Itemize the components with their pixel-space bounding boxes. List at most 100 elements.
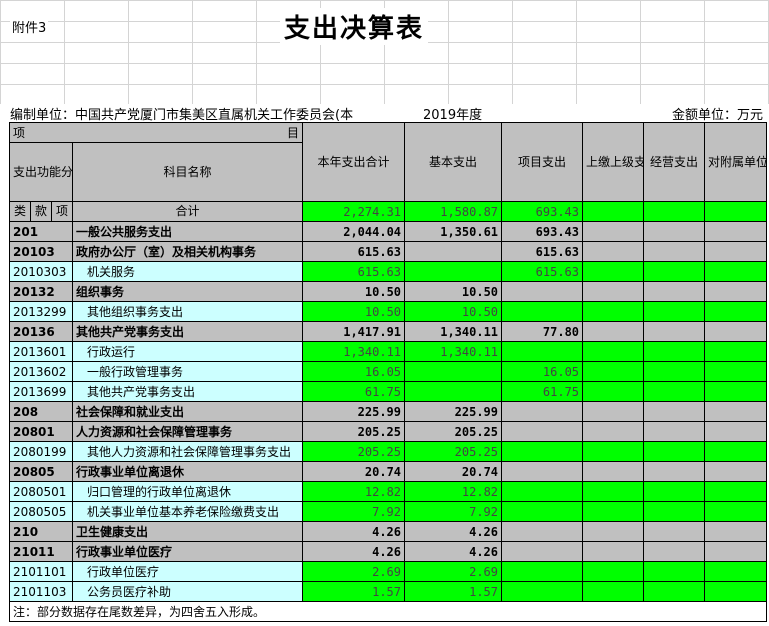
row-total[interactable]: 1,417.91: [302, 321, 406, 342]
row-basic[interactable]: 205.25: [404, 421, 503, 442]
row-subsidiary[interactable]: [704, 381, 768, 402]
row-subsidiary[interactable]: [704, 581, 768, 602]
row-subsidiary[interactable]: [704, 561, 768, 582]
row-code[interactable]: 20136: [9, 321, 73, 342]
row-total[interactable]: 10.50: [302, 281, 406, 302]
header-subsidiary[interactable]: 对附属单位补助支出: [704, 122, 768, 202]
row-code[interactable]: 201: [9, 221, 73, 242]
row-upper[interactable]: [582, 561, 645, 582]
header-code[interactable]: 支出功能分类科目编码: [9, 142, 73, 202]
row-code[interactable]: 210: [9, 521, 73, 542]
row-name[interactable]: 行政单位医疗: [71, 561, 304, 582]
row-upper[interactable]: [582, 541, 645, 562]
row-code[interactable]: 2013299: [9, 301, 73, 322]
row-business[interactable]: [643, 481, 706, 502]
row-subsidiary[interactable]: [704, 241, 768, 262]
row-basic[interactable]: 12.82: [404, 481, 503, 502]
row-basic[interactable]: 2.69: [404, 561, 503, 582]
total-project[interactable]: 693.43: [501, 201, 584, 222]
row-basic[interactable]: 1.57: [404, 581, 503, 602]
row-subsidiary[interactable]: [704, 361, 768, 382]
row-name[interactable]: 其他组织事务支出: [71, 301, 304, 322]
row-subsidiary[interactable]: [704, 461, 768, 482]
row-project[interactable]: [501, 461, 584, 482]
row-project[interactable]: 16.05: [501, 361, 584, 382]
row-business[interactable]: [643, 361, 706, 382]
row-business[interactable]: [643, 581, 706, 602]
row-project[interactable]: [501, 541, 584, 562]
row-code[interactable]: 2013601: [9, 341, 73, 362]
row-upper[interactable]: [582, 321, 645, 342]
row-code[interactable]: 21011: [9, 541, 73, 562]
row-total[interactable]: 2.69: [302, 561, 406, 582]
row-upper[interactable]: [582, 521, 645, 542]
row-basic[interactable]: 1,340.11: [404, 321, 503, 342]
row-total[interactable]: 225.99: [302, 401, 406, 422]
row-total[interactable]: 2,044.04: [302, 221, 406, 242]
row-business[interactable]: [643, 381, 706, 402]
row-upper[interactable]: [582, 481, 645, 502]
row-business[interactable]: [643, 281, 706, 302]
row-subsidiary[interactable]: [704, 481, 768, 502]
row-project[interactable]: 615.63: [501, 241, 584, 262]
row-project[interactable]: 61.75: [501, 381, 584, 402]
row-upper[interactable]: [582, 381, 645, 402]
row-basic[interactable]: 1,340.11: [404, 341, 503, 362]
header-xiang[interactable]: 项: [51, 201, 73, 222]
row-upper[interactable]: [582, 301, 645, 322]
row-total[interactable]: 615.63: [302, 261, 406, 282]
row-name[interactable]: 组织事务: [71, 281, 304, 302]
row-project[interactable]: 615.63: [501, 261, 584, 282]
row-name[interactable]: 机关服务: [71, 261, 304, 282]
total-basic[interactable]: 1,580.87: [404, 201, 503, 222]
row-total[interactable]: 10.50: [302, 301, 406, 322]
row-basic[interactable]: 4.26: [404, 521, 503, 542]
row-basic[interactable]: [404, 261, 503, 282]
row-code[interactable]: 208: [9, 401, 73, 422]
row-subsidiary[interactable]: [704, 401, 768, 422]
row-total[interactable]: 1,340.11: [302, 341, 406, 362]
total-total[interactable]: 2,274.31: [302, 201, 406, 222]
row-project[interactable]: [501, 581, 584, 602]
row-business[interactable]: [643, 401, 706, 422]
row-name[interactable]: 卫生健康支出: [71, 521, 304, 542]
row-subsidiary[interactable]: [704, 281, 768, 302]
row-total[interactable]: 61.75: [302, 381, 406, 402]
row-basic[interactable]: 205.25: [404, 441, 503, 462]
row-basic[interactable]: 10.50: [404, 281, 503, 302]
header-kuan[interactable]: 款: [30, 201, 52, 222]
row-business[interactable]: [643, 321, 706, 342]
row-code[interactable]: 2101103: [9, 581, 73, 602]
row-upper[interactable]: [582, 261, 645, 282]
row-upper[interactable]: [582, 461, 645, 482]
row-business[interactable]: [643, 221, 706, 242]
row-name[interactable]: 机关事业单位基本养老保险缴费支出: [71, 501, 304, 522]
row-total[interactable]: 20.74: [302, 461, 406, 482]
row-business[interactable]: [643, 541, 706, 562]
row-upper[interactable]: [582, 361, 645, 382]
row-total[interactable]: 4.26: [302, 541, 406, 562]
row-total[interactable]: 615.63: [302, 241, 406, 262]
header-business[interactable]: 经营支出: [643, 122, 706, 202]
row-project[interactable]: [501, 441, 584, 462]
row-upper[interactable]: [582, 281, 645, 302]
row-business[interactable]: [643, 441, 706, 462]
header-item-cell[interactable]: 项 目: [8, 122, 304, 143]
row-name[interactable]: 公务员医疗补助: [71, 581, 304, 602]
row-business[interactable]: [643, 421, 706, 442]
total-label[interactable]: 合计: [71, 201, 304, 222]
row-subsidiary[interactable]: [704, 261, 768, 282]
row-code[interactable]: 2080505: [9, 501, 73, 522]
row-upper[interactable]: [582, 241, 645, 262]
row-business[interactable]: [643, 501, 706, 522]
header-lei[interactable]: 类: [9, 201, 31, 222]
row-project[interactable]: [501, 481, 584, 502]
row-subsidiary[interactable]: [704, 501, 768, 522]
row-subsidiary[interactable]: [704, 421, 768, 442]
row-code[interactable]: 2101101: [9, 561, 73, 582]
row-upper[interactable]: [582, 501, 645, 522]
row-upper[interactable]: [582, 401, 645, 422]
row-project[interactable]: [501, 501, 584, 522]
row-name[interactable]: 社会保障和就业支出: [71, 401, 304, 422]
row-project[interactable]: [501, 401, 584, 422]
